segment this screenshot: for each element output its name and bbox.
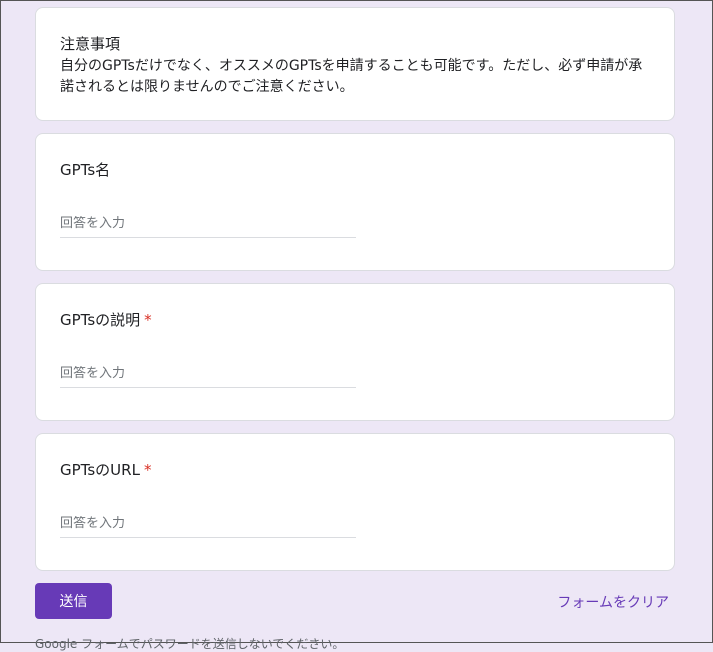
answer-field-wrapper [60,212,356,238]
clear-form-link[interactable]: フォームをクリア [557,592,669,612]
question-title: GPTsのURL * [60,460,650,480]
question-label: GPTs名 [60,161,111,179]
question-label: GPTsの説明 [60,311,141,329]
gpts-url-input[interactable] [60,516,356,531]
question-card-gpts-name: GPTs名 [35,133,675,271]
notice-title: 注意事項 [60,35,121,53]
answer-field-wrapper [60,362,356,388]
submit-button[interactable]: 送信 [35,583,112,619]
question-title: GPTs名 [60,160,650,180]
gpts-description-input[interactable] [60,366,356,381]
notice-body: 自分のGPTsだけでなく、オススメのGPTsを申請することも可能です。ただし、必… [60,58,643,95]
answer-field-wrapper [60,512,356,538]
form-actions: 送信 フォームをクリア [35,583,675,619]
question-label: GPTsのURL [60,461,140,479]
gpts-name-input[interactable] [60,216,356,231]
question-card-gpts-description: GPTsの説明 * [35,283,675,421]
form-container: 注意事項 自分のGPTsだけでなく、オススメのGPTsを申請することも可能です。… [35,7,675,583]
question-card-gpts-url: GPTsのURL * [35,433,675,571]
required-asterisk: * [143,461,152,479]
question-title: GPTsの説明 * [60,310,650,330]
password-warning-note: Google フォームでパスワードを送信しないでください。 [35,637,345,651]
required-asterisk: * [144,311,152,329]
notice-card: 注意事項 自分のGPTsだけでなく、オススメのGPTsを申請することも可能です。… [35,7,675,121]
